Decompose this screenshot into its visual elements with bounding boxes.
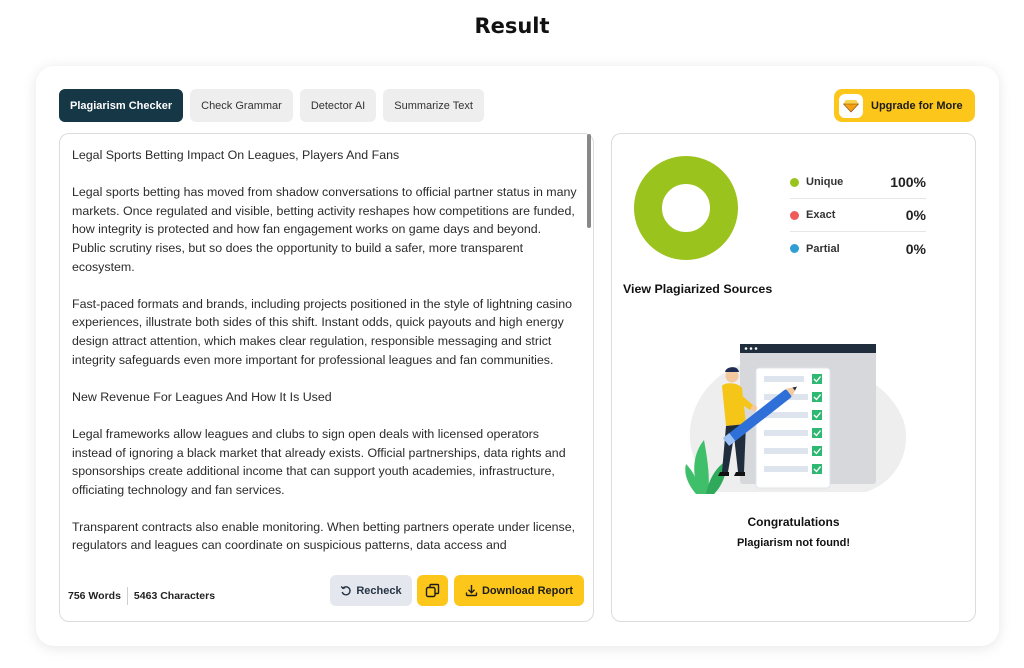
- legend-value: 0%: [905, 207, 926, 223]
- editor-paragraph: Legal sports betting has moved from shad…: [72, 185, 577, 274]
- result-legend: Unique 100% Exact 0% Partial 0%: [790, 166, 926, 265]
- legend-label: Exact: [806, 209, 836, 221]
- recheck-label: Recheck: [356, 584, 402, 597]
- tab-check-grammar[interactable]: Check Grammar: [190, 89, 293, 122]
- plagiarism-status: Plagiarism not found!: [736, 537, 851, 549]
- legend-value: 100%: [890, 174, 926, 190]
- exact-dot: [790, 210, 799, 220]
- legend-label: Partial: [806, 242, 840, 255]
- refresh-icon: [341, 585, 352, 596]
- count-divider: [126, 587, 128, 605]
- unique-dot: [790, 177, 799, 187]
- tab-plagiarism-checker[interactable]: Plagiarism Checker: [59, 89, 184, 122]
- partial-dot: [790, 244, 799, 253]
- download-icon: [465, 585, 478, 597]
- editor-scrollbar-thumb[interactable]: [587, 134, 591, 228]
- tab-summarize-text[interactable]: Summarize Text: [383, 89, 484, 122]
- text-editor[interactable]: Legal Sports Betting Impact On Leagues, …: [59, 133, 594, 622]
- editor-footer: 756 Words 5463 Characters Recheck Downlo…: [60, 575, 593, 621]
- editor-paragraph: New Revenue For Leagues And How It Is Us…: [72, 389, 332, 404]
- copy-icon: [425, 583, 440, 598]
- editor-paragraph: Legal frameworks allow leagues and clubs…: [72, 426, 566, 497]
- tab-detector-ai[interactable]: Detector AI: [299, 89, 377, 122]
- legend-row-unique: Unique 100%: [790, 166, 926, 199]
- gem-icon: [839, 93, 863, 118]
- character-count: 5463 Characters: [133, 590, 216, 602]
- editor-scrollbar-track[interactable]: [587, 134, 591, 574]
- recheck-button[interactable]: Recheck: [330, 575, 412, 606]
- editor-paragraph: Transparent contracts also enable monito…: [72, 519, 576, 553]
- donut-segment-unique: [634, 156, 738, 260]
- congratulations-text: Congratulations: [747, 515, 840, 529]
- tool-tabs: Plagiarism Checker Check Grammar Detecto…: [59, 89, 484, 122]
- editor-paragraph: Fast-paced formats and brands, including…: [72, 296, 573, 367]
- legend-row-partial: Partial 0%: [790, 232, 926, 265]
- download-report-button[interactable]: Download Report: [454, 575, 584, 606]
- success-illustration: [685, 344, 907, 494]
- page-title: Result: [474, 14, 550, 38]
- uniqueness-donut-chart: [634, 156, 738, 260]
- legend-row-exact: Exact 0%: [790, 199, 926, 232]
- copy-button[interactable]: [417, 575, 448, 606]
- result-card: Plagiarism Checker Check Grammar Detecto…: [36, 66, 999, 646]
- editor-paragraph: Legal Sports Betting Impact On Leagues, …: [72, 148, 400, 162]
- download-label: Download Report: [481, 584, 574, 597]
- results-panel: Unique 100% Exact 0% Partial 0% View Pla…: [611, 133, 976, 622]
- upgrade-label: Upgrade for More: [871, 99, 963, 112]
- view-plagiarized-sources[interactable]: View Plagiarized Sources: [623, 282, 772, 296]
- text-counts: 756 Words 5463 Characters: [68, 587, 215, 605]
- upgrade-button[interactable]: Upgrade for More: [834, 89, 975, 122]
- legend-label: Unique: [806, 176, 844, 188]
- word-count: 756 Words: [68, 590, 121, 602]
- legend-value: 0%: [905, 240, 926, 257]
- editor-content[interactable]: Legal Sports Betting Impact On Leagues, …: [72, 146, 577, 576]
